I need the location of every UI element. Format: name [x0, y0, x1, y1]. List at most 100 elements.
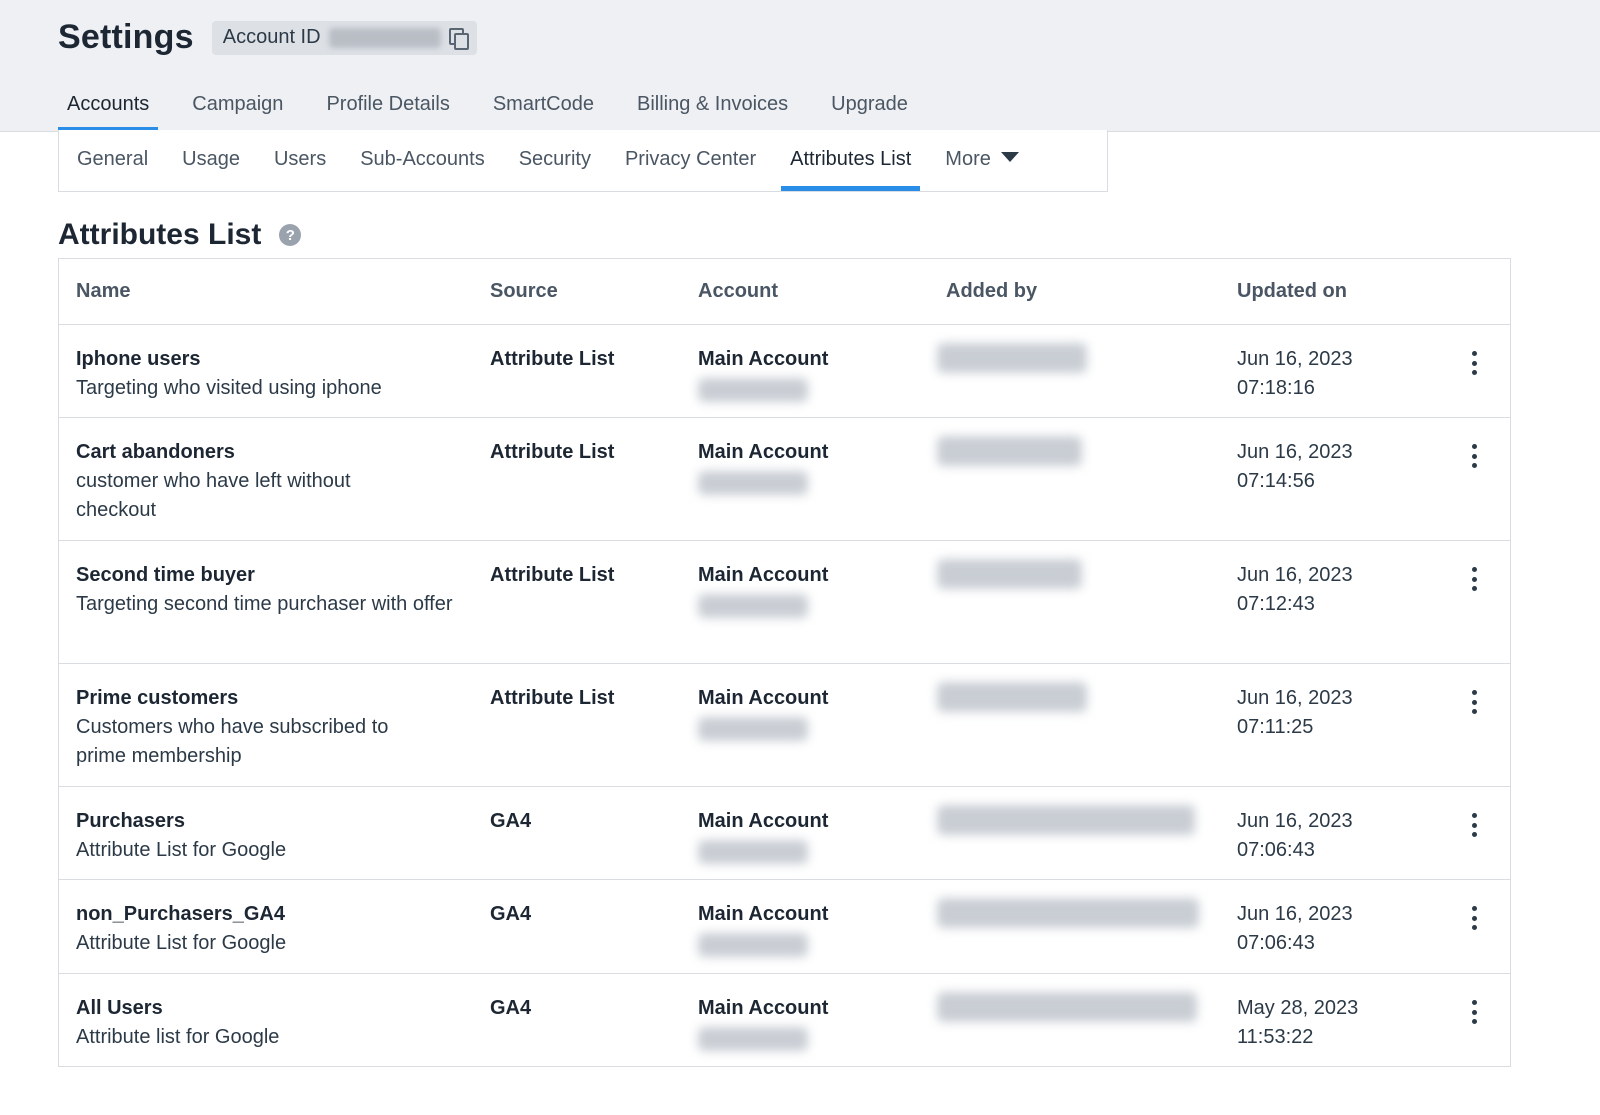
attribute-name: Cart abandoners	[76, 441, 235, 463]
account-cell: Main Account	[698, 345, 828, 402]
updated-date: May 28, 2023	[1237, 997, 1359, 1019]
updated-on-cell: Jun 16, 2023 07:06:43	[1237, 807, 1353, 865]
name-cell: Prime customers Customers who have subsc…	[76, 684, 456, 771]
tab-campaign[interactable]: Campaign	[183, 88, 292, 132]
name-cell: All Users Attribute list for Google	[76, 994, 456, 1052]
account-name: Main Account	[698, 903, 829, 925]
attribute-name: non_Purchasers_GA4	[76, 903, 285, 925]
attribute-description: Targeting second time purchaser with off…	[76, 593, 453, 615]
main-tabs: Accounts Campaign Profile Details SmartC…	[58, 88, 942, 132]
kebab-menu-icon[interactable]	[1462, 442, 1486, 470]
updated-time: 11:53:22	[1237, 1026, 1314, 1048]
account-cell: Main Account	[698, 438, 828, 495]
added-by-cell	[937, 682, 1087, 712]
account-id-value-redacted	[328, 27, 441, 48]
name-cell: non_Purchasers_GA4 Attribute List for Go…	[76, 900, 456, 958]
sub-tabs: General Usage Users Sub-Accounts Securit…	[58, 130, 1108, 192]
table-row[interactable]: Second time buyer Targeting second time …	[59, 541, 1510, 664]
settings-header: Settings Account ID	[58, 18, 477, 57]
subtab-more-dropdown[interactable]: More	[936, 130, 1028, 191]
column-header-name: Name	[76, 280, 131, 302]
tab-smartcode[interactable]: SmartCode	[484, 88, 603, 132]
subtab-general[interactable]: General	[68, 130, 157, 191]
added-by-redacted	[937, 682, 1087, 712]
row-actions	[1462, 442, 1486, 470]
account-cell: Main Account	[698, 994, 828, 1051]
subtab-usage[interactable]: Usage	[173, 130, 249, 191]
account-name: Main Account	[698, 564, 829, 586]
source-cell: Attribute List	[490, 687, 615, 709]
kebab-menu-icon[interactable]	[1462, 688, 1486, 716]
account-name: Main Account	[698, 348, 829, 370]
table-row[interactable]: Iphone users Targeting who visited using…	[59, 325, 1510, 418]
source-cell: GA4	[490, 997, 532, 1019]
account-id-redacted	[698, 378, 808, 402]
source-cell: GA4	[490, 810, 532, 832]
updated-date: Jun 16, 2023	[1237, 810, 1353, 832]
account-id-redacted	[698, 840, 808, 864]
updated-on-cell: Jun 16, 2023 07:18:16	[1237, 345, 1353, 403]
added-by-redacted	[937, 898, 1199, 928]
subtab-users[interactable]: Users	[265, 130, 335, 191]
row-actions	[1462, 565, 1486, 593]
table-row[interactable]: All Users Attribute list for Google GA4 …	[59, 974, 1510, 1066]
updated-time: 07:11:25	[1237, 716, 1314, 738]
updated-on-cell: May 28, 2023 11:53:22	[1237, 994, 1358, 1052]
attribute-description: Attribute List for Google	[76, 932, 287, 954]
updated-time: 07:06:43	[1237, 932, 1315, 954]
kebab-menu-icon[interactable]	[1462, 349, 1486, 377]
subtab-attributes-list[interactable]: Attributes List	[781, 130, 921, 191]
source-cell: Attribute List	[490, 348, 615, 370]
column-header-updated-on: Updated on	[1237, 280, 1347, 302]
name-cell: Second time buyer Targeting second time …	[76, 561, 456, 619]
account-name: Main Account	[698, 441, 829, 463]
updated-time: 07:12:43	[1237, 593, 1315, 615]
name-cell: Iphone users Targeting who visited using…	[76, 345, 456, 403]
added-by-cell	[937, 805, 1195, 835]
account-cell: Main Account	[698, 561, 828, 618]
row-actions	[1462, 998, 1486, 1026]
updated-date: Jun 16, 2023	[1237, 687, 1353, 709]
account-id-redacted	[698, 594, 808, 618]
table-row[interactable]: Purchasers Attribute List for Google GA4…	[59, 787, 1510, 880]
table-row[interactable]: non_Purchasers_GA4 Attribute List for Go…	[59, 880, 1510, 974]
added-by-redacted	[937, 343, 1087, 373]
added-by-cell	[937, 343, 1087, 373]
help-icon[interactable]: ?	[279, 224, 302, 246]
updated-date: Jun 16, 2023	[1237, 441, 1353, 463]
added-by-redacted	[937, 805, 1195, 835]
added-by-cell	[937, 992, 1197, 1022]
account-cell: Main Account	[698, 684, 828, 741]
updated-time: 07:06:43	[1237, 839, 1315, 861]
updated-date: Jun 16, 2023	[1237, 348, 1353, 370]
subtab-privacy-center[interactable]: Privacy Center	[616, 130, 765, 191]
kebab-menu-icon[interactable]	[1462, 998, 1486, 1026]
column-header-added-by: Added by	[946, 280, 1038, 302]
tab-upgrade[interactable]: Upgrade	[822, 88, 917, 132]
kebab-menu-icon[interactable]	[1462, 565, 1486, 593]
added-by-redacted	[937, 992, 1197, 1022]
kebab-menu-icon[interactable]	[1462, 811, 1486, 839]
column-header-account: Account	[698, 280, 778, 302]
attribute-name: Purchasers	[76, 810, 185, 832]
tab-profile-details[interactable]: Profile Details	[317, 88, 458, 132]
subtab-sub-accounts[interactable]: Sub-Accounts	[351, 130, 494, 191]
updated-on-cell: Jun 16, 2023 07:14:56	[1237, 438, 1353, 496]
attribute-name: Prime customers	[76, 687, 239, 709]
table-row[interactable]: Prime customers Customers who have subsc…	[59, 664, 1510, 787]
section-title: Attributes List	[58, 218, 262, 251]
updated-on-cell: Jun 16, 2023 07:11:25	[1237, 684, 1353, 742]
account-id-label: Account ID	[222, 26, 321, 48]
name-cell: Purchasers Attribute List for Google	[76, 807, 456, 865]
tab-accounts[interactable]: Accounts	[58, 88, 159, 132]
updated-time: 07:18:16	[1237, 377, 1315, 399]
subtab-security[interactable]: Security	[510, 130, 600, 191]
table-row[interactable]: Cart abandoners customer who have left w…	[59, 418, 1510, 541]
table-header: Name Source Account Added by Updated on	[59, 259, 1510, 325]
tab-billing-invoices[interactable]: Billing & Invoices	[628, 88, 797, 132]
copy-icon[interactable]	[448, 27, 469, 50]
kebab-menu-icon[interactable]	[1462, 904, 1486, 932]
account-name: Main Account	[698, 810, 829, 832]
account-name: Main Account	[698, 997, 829, 1019]
added-by-cell	[937, 559, 1082, 589]
